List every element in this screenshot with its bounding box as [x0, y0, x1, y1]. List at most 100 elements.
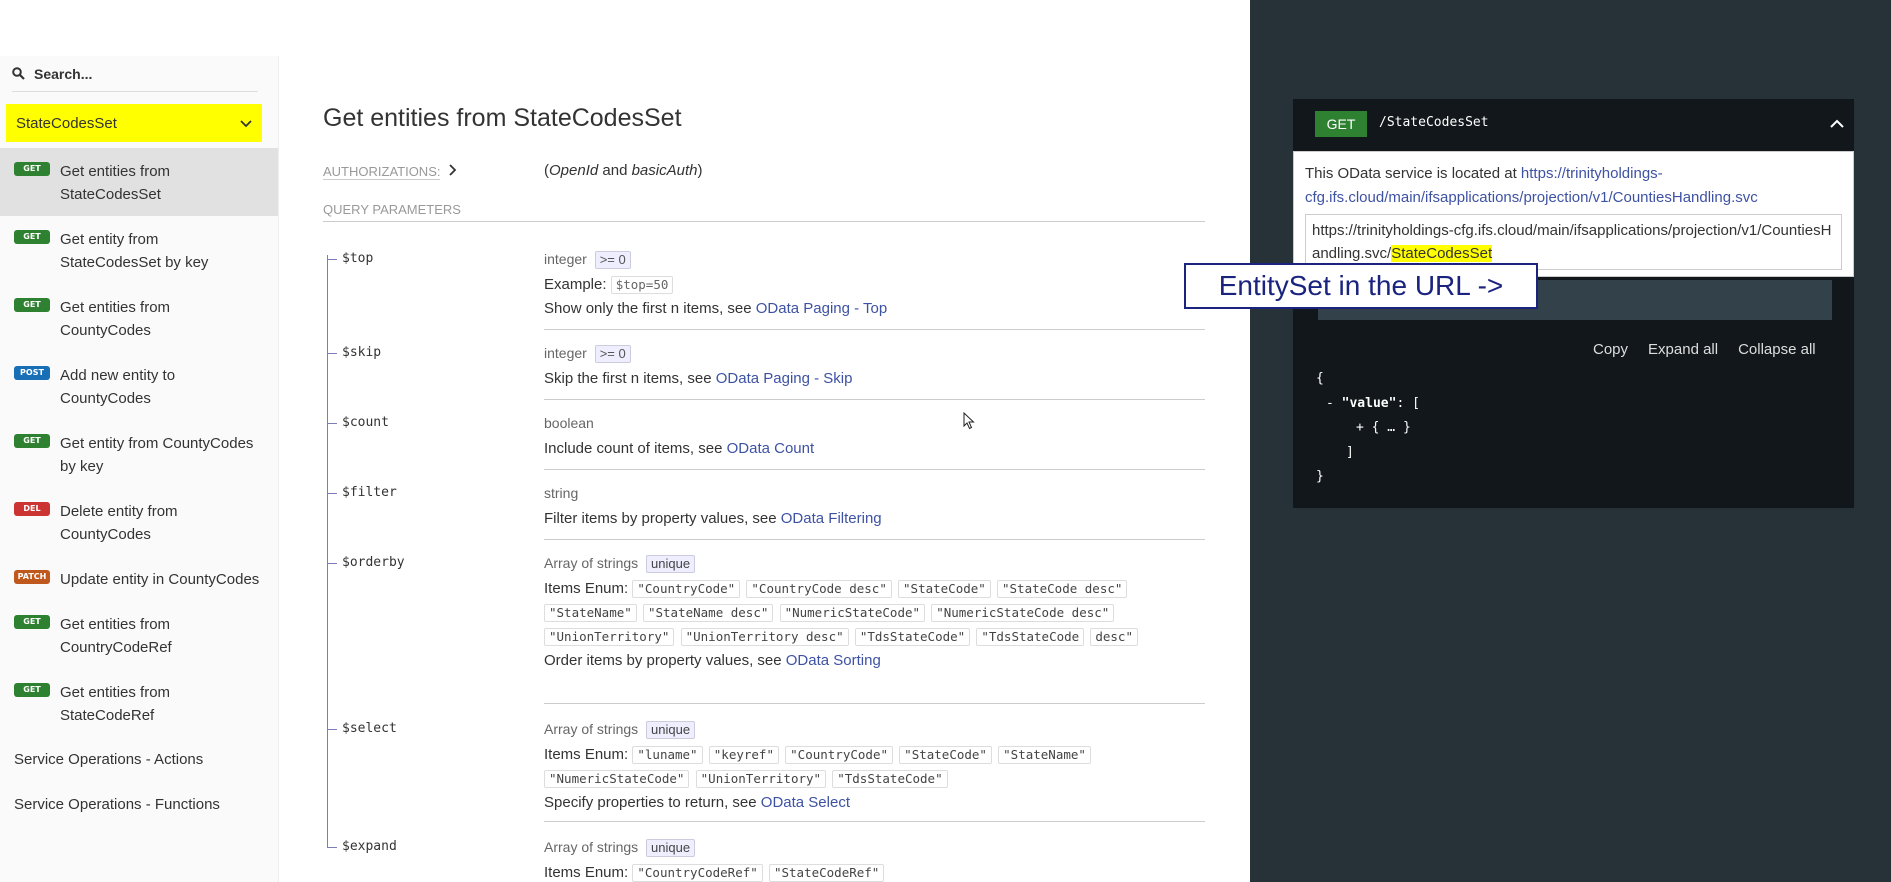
auth-basic: basicAuth: [631, 162, 698, 179]
method-badge: POST: [14, 366, 50, 380]
enum-value: "StateCode desc": [997, 580, 1128, 598]
param-type: Array of strings unique: [544, 721, 1205, 743]
nav-item-get-entities-countycodes[interactable]: GET Get entities from CountyCodes: [0, 284, 278, 352]
endpoint-header[interactable]: GET /StateCodesSet: [1293, 99, 1854, 151]
nav-item-get-entities-countrycoderef[interactable]: GET Get entities from CountryCodeRef: [0, 601, 278, 669]
enum-value: "CountryCode": [632, 580, 741, 598]
nav-section-functions[interactable]: Service Operations - Functions: [0, 782, 278, 827]
param-expand: $expand Array of strings unique Items En…: [327, 839, 1205, 882]
param-enum: Items Enum: "CountryCode" "CountryCode d…: [544, 577, 1205, 649]
odata-paging-top-link[interactable]: OData Paging - Top: [756, 300, 887, 317]
enum-value: "keyref": [708, 746, 779, 764]
auth-and: and: [598, 162, 632, 179]
method-badge: GET: [14, 683, 50, 697]
search-icon: [12, 67, 34, 80]
param-name: $count: [342, 415, 389, 430]
method-badge: GET: [14, 298, 50, 312]
param-body: boolean Include count of items, see ODat…: [544, 415, 1205, 461]
odata-count-link[interactable]: OData Count: [727, 440, 815, 457]
collapse-all-button[interactable]: Collapse all: [1738, 341, 1816, 358]
enum-value: "TdsStateCode": [854, 628, 971, 646]
param-constraint: unique: [646, 555, 696, 573]
auth-close-paren: ): [697, 162, 703, 179]
method-badge: GET: [14, 230, 50, 244]
param-desc-text: Skip the first n items, see: [544, 370, 716, 387]
param-type: boolean: [544, 415, 1205, 437]
nav-item-get-entity-statecodesset-by-key[interactable]: GET Get entity from StateCodesSet by key: [0, 216, 278, 284]
nav-item-label: Update entity in CountyCodes: [60, 571, 260, 588]
query-parameters-heading: QUERY PARAMETERS: [323, 202, 461, 217]
json-collapsed-item[interactable]: + { … }: [1316, 416, 1420, 441]
full-url-box[interactable]: https://trinityholdings-cfg.ifs.cloud/ma…: [1305, 214, 1842, 270]
nav-item-label: Get entity from CountyCodes by key: [60, 435, 254, 475]
method-badge: PATCH: [14, 570, 50, 584]
chevron-right-icon[interactable]: [449, 163, 457, 179]
enum-value: "UnionTerritory desc": [680, 628, 849, 646]
expand-all-button[interactable]: Expand all: [1648, 341, 1718, 358]
odata-filtering-link[interactable]: OData Filtering: [781, 510, 882, 527]
enum-value: "UnionTerritory": [544, 628, 675, 646]
param-type: integer >= 0: [544, 251, 1205, 273]
nav-item-label: Delete entity from CountyCodes: [60, 503, 178, 543]
param-tick: [327, 729, 337, 730]
method-badge: GET: [14, 162, 50, 176]
nav-item-label: Get entities from StateCodeRef: [60, 684, 171, 724]
auth-value: (OpenId and basicAuth): [544, 162, 702, 179]
param-enum: Items Enum: "CountryCodeRef" "StateCodeR…: [544, 861, 1205, 882]
nav-item-delete-entity-countycodes[interactable]: DEL Delete entity from CountyCodes: [0, 488, 278, 556]
page-title: Get entities from StateCodesSet: [323, 104, 682, 132]
param-enum: Items Enum: "luname" "keyref" "CountryCo…: [544, 743, 1205, 791]
divider: [544, 821, 1205, 822]
param-orderby: $orderby Array of strings unique Items E…: [327, 555, 1205, 707]
divider: [544, 703, 1205, 704]
chevron-down-icon: [240, 115, 252, 132]
odata-select-link[interactable]: OData Select: [761, 794, 850, 811]
nav-section-actions[interactable]: Service Operations - Actions: [0, 737, 278, 782]
param-type-text: Array of strings: [544, 555, 639, 571]
enum-label: Items Enum:: [544, 746, 629, 763]
http-method-badge: GET: [1315, 111, 1367, 137]
method-badge: DEL: [14, 502, 50, 516]
method-badge: GET: [14, 615, 50, 629]
authorizations-toggle[interactable]: AUTHORIZATIONS:: [323, 164, 441, 180]
param-body: integer >= 0 Example: $top=50 Show only …: [544, 251, 1205, 321]
param-filter: $filter string Filter items by property …: [327, 485, 1205, 541]
enum-value: "UnionTerritory": [695, 770, 827, 788]
enum-value: "TdsStateCode": [832, 770, 948, 788]
param-body: integer >= 0 Skip the first n items, see…: [544, 345, 1205, 391]
nav-item-update-entity-countycodes[interactable]: PATCH Update entity in CountyCodes: [0, 556, 278, 601]
param-tick: [327, 493, 337, 494]
nav-item-label: Get entities from CountyCodes: [60, 299, 171, 339]
enum-value: "luname": [632, 746, 703, 764]
param-type: string: [544, 485, 1205, 507]
search-input[interactable]: [34, 65, 254, 82]
main-content: Get entities from StateCodesSet AUTHORIZ…: [279, 0, 1250, 882]
json-value-line: - "value": [: [1316, 392, 1420, 417]
param-description: Include count of items, see OData Count: [544, 437, 1205, 461]
param-desc-text: Order items by property values, see: [544, 652, 786, 669]
entity-set-selector[interactable]: StateCodesSet: [6, 104, 262, 142]
search-box[interactable]: [12, 56, 258, 92]
json-actions: Copy Expand all Collapse all: [1593, 341, 1816, 358]
collapse-toggle[interactable]: -: [1326, 396, 1342, 411]
odata-paging-skip-link[interactable]: OData Paging - Skip: [716, 370, 853, 387]
param-tick: [327, 259, 337, 260]
chevron-up-icon[interactable]: [1830, 115, 1844, 133]
nav-item-add-entity-countycodes[interactable]: POST Add new entity to CountyCodes: [0, 352, 278, 420]
nav-item-get-entities-statecodesset[interactable]: GET Get entities from StateCodesSet: [0, 148, 278, 216]
service-url-text: This OData service is located at https:/…: [1305, 162, 1842, 210]
param-description: Skip the first n items, see OData Paging…: [544, 367, 1205, 391]
enum-value: "CountryCodeRef": [632, 864, 763, 882]
nav-item-get-entities-statecoderef[interactable]: GET Get entities from StateCodeRef: [0, 669, 278, 737]
copy-button[interactable]: Copy: [1593, 341, 1628, 358]
param-description: Order items by property values, see ODat…: [544, 649, 1205, 673]
enum-value: "TdsStateCode: [976, 628, 1085, 646]
json-open: {: [1316, 371, 1324, 386]
divider: [544, 399, 1205, 400]
nav-item-label: Get entity from StateCodesSet by key: [60, 231, 209, 271]
param-example: Example: $top=50: [544, 273, 1205, 297]
enum-value: "NumericStateCode": [779, 604, 926, 622]
odata-sorting-link[interactable]: OData Sorting: [786, 652, 881, 669]
nav-item-get-entity-countycodes-by-key[interactable]: GET Get entity from CountyCodes by key: [0, 420, 278, 488]
param-description: Show only the first n items, see OData P…: [544, 297, 1205, 321]
